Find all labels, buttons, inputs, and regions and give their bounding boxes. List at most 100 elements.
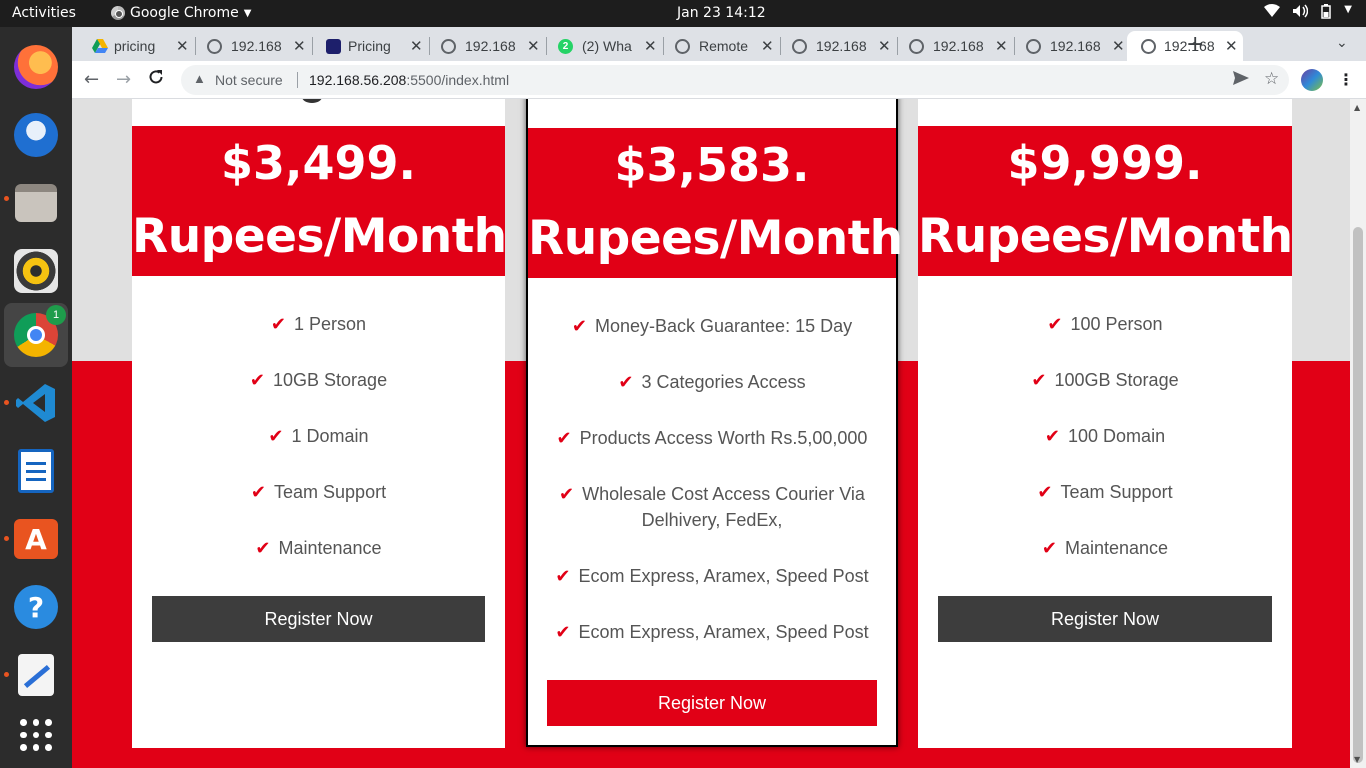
check-icon: ✔ — [556, 428, 572, 449]
activities-button[interactable]: Activities — [12, 5, 76, 21]
address-bar[interactable]: ▲ Not secure 192.168.56.208:5500/index.h… — [181, 65, 1289, 95]
check-icon: ✔ — [555, 566, 571, 587]
check-icon: ✔ — [1031, 370, 1047, 391]
back-button[interactable]: ← — [84, 69, 99, 90]
tab[interactable]: pricing ✕ — [72, 31, 189, 61]
whatsapp-icon: 2 — [558, 39, 573, 54]
chrome-icon — [111, 6, 125, 20]
tab[interactable]: 192.168 ✕ — [774, 31, 891, 61]
close-tab-icon[interactable]: ✕ — [176, 37, 189, 55]
pricing-card-featured: $3,583. Rupees/Month ✔ Money-Back Guarant… — [526, 99, 903, 747]
scroll-up-arrow-icon[interactable]: ▲ — [1354, 103, 1360, 112]
apps-grid-icon — [20, 719, 52, 751]
feature-item: ✔ Ecom Express, Aramex, Speed Post — [555, 622, 869, 643]
page-viewport: $3,499. Rupees/Month ✔ 1 Person ✔ 10GB Sto… — [72, 99, 1350, 768]
dock-show-apps[interactable] — [4, 703, 68, 767]
dock-help[interactable]: ? — [4, 575, 68, 639]
close-tab-icon[interactable]: ✕ — [527, 37, 540, 55]
forward-button[interactable]: → — [116, 69, 131, 90]
close-tab-icon[interactable]: ✕ — [1225, 37, 1238, 55]
pricing-card-premium: $9,999. Rupees/Month ✔ 100 Person ✔ 100GB … — [918, 99, 1293, 748]
power-menu-icon: ▼ — [1344, 4, 1352, 15]
register-now-button[interactable]: Register Now — [152, 596, 485, 642]
dock-thunderbird[interactable] — [4, 103, 68, 167]
browser-toolbar: ← → ▲ Not secure 192.168.56.208:5500/ind… — [72, 61, 1366, 99]
tab[interactable]: 2 (2) Wha ✕ — [540, 31, 657, 61]
chevron-down-icon: ▼ — [243, 7, 252, 19]
tab[interactable]: 192.168 ✕ — [423, 31, 540, 61]
globe-icon — [675, 39, 690, 54]
dock-writer[interactable] — [4, 439, 68, 503]
site-icon — [326, 39, 341, 54]
globe-icon — [441, 39, 456, 54]
feature-item: ✔ Ecom Express, Aramex, Speed Post — [555, 566, 869, 587]
tab[interactable]: 192.168 ✕ — [891, 31, 1008, 61]
app-menu[interactable]: Google Chrome ▼ — [111, 5, 251, 21]
globe-icon — [909, 39, 924, 54]
feature-item-continued: Delhivery, FedEx, — [641, 510, 783, 530]
check-icon: ✔ — [1047, 314, 1063, 335]
url-text[interactable]: 192.168.56.208:5500/index.html — [309, 72, 509, 88]
check-icon: ✔ — [559, 484, 575, 505]
feature-item: ✔ Wholesale Cost Access Courier Via — [559, 484, 865, 505]
reload-button[interactable] — [148, 69, 164, 90]
system-tray[interactable]: ▼ — [1264, 4, 1352, 23]
system-top-bar: Activities Google Chrome ▼ Jan 23 14:12 … — [0, 0, 1366, 27]
security-status[interactable]: Not secure — [215, 72, 283, 88]
tab-title: Remote — [699, 38, 749, 54]
tab-title: 192.168 — [1050, 38, 1101, 54]
globe-icon — [1026, 39, 1041, 54]
close-tab-icon[interactable]: ✕ — [410, 37, 423, 55]
tab-title: 192.168 — [465, 38, 516, 54]
tab-title: 192.168 — [816, 38, 867, 54]
profile-avatar[interactable] — [1301, 69, 1323, 91]
feature-item: ✔ Team Support — [250, 482, 387, 503]
dock-chrome[interactable]: 1 — [4, 303, 68, 367]
price-banner: $3,583. Rupees/Month — [528, 128, 903, 278]
tab[interactable]: 192.168 ✕ — [1008, 31, 1125, 61]
clock[interactable]: Jan 23 14:12 — [677, 5, 766, 21]
close-tab-icon[interactable]: ✕ — [293, 37, 306, 55]
tab-title: 192.168 — [231, 38, 282, 54]
tab[interactable]: 192.168 ✕ — [189, 31, 306, 61]
tab-title: (2) Wha — [582, 38, 632, 54]
tab-title: pricing — [114, 38, 156, 54]
bookmark-star-icon[interactable]: ☆ — [1264, 69, 1279, 89]
check-icon: ✔ — [1041, 538, 1057, 559]
close-tab-icon[interactable]: ✕ — [761, 37, 774, 55]
tab-search-icon[interactable]: ⌄ — [1336, 35, 1348, 51]
price-period: Rupees/Month — [918, 209, 1293, 264]
register-now-button[interactable]: Register Now — [547, 680, 877, 726]
send-tab-icon[interactable] — [1233, 71, 1249, 88]
dock-firefox[interactable] — [4, 35, 68, 99]
close-tab-icon[interactable]: ✕ — [1112, 37, 1125, 55]
globe-icon — [792, 39, 807, 54]
menu-kebab-icon[interactable]: ⋮ — [1338, 70, 1354, 89]
close-tab-icon[interactable]: ✕ — [644, 37, 657, 55]
tab-active[interactable]: 192.168 ✕ — [1127, 31, 1243, 61]
app-name: Google Chrome — [130, 5, 239, 21]
dock-text-editor[interactable] — [4, 643, 68, 707]
thunderbird-icon — [14, 113, 58, 157]
text-editor-icon — [18, 654, 54, 696]
close-tab-icon[interactable]: ✕ — [995, 37, 1008, 55]
close-tab-icon[interactable]: ✕ — [878, 37, 891, 55]
dock-rhythmbox[interactable] — [4, 239, 68, 303]
new-tab-button[interactable]: + — [1186, 32, 1204, 57]
files-icon — [15, 184, 57, 222]
tab-strip: pricing ✕ 192.168 ✕ Pricing ✕ 192.168 ✕ … — [72, 27, 1366, 61]
register-now-button[interactable]: Register Now — [938, 596, 1272, 642]
dock-software[interactable]: A — [4, 507, 68, 571]
price-amount: $3,499. — [221, 136, 416, 190]
tab[interactable]: Pricing ✕ — [306, 31, 423, 61]
scrollbar-thumb[interactable] — [1353, 227, 1363, 763]
rhythmbox-icon — [14, 249, 58, 293]
plan-title-fragment — [302, 99, 322, 103]
scroll-down-arrow-icon[interactable]: ▼ — [1354, 755, 1360, 764]
page-scrollbar[interactable]: ▲ ▼ — [1350, 99, 1366, 768]
globe-icon — [207, 39, 222, 54]
dock-vscode[interactable] — [4, 371, 68, 435]
tab[interactable]: Remote ✕ — [657, 31, 774, 61]
check-icon: ✔ — [270, 314, 287, 335]
dock-files[interactable] — [4, 171, 68, 235]
